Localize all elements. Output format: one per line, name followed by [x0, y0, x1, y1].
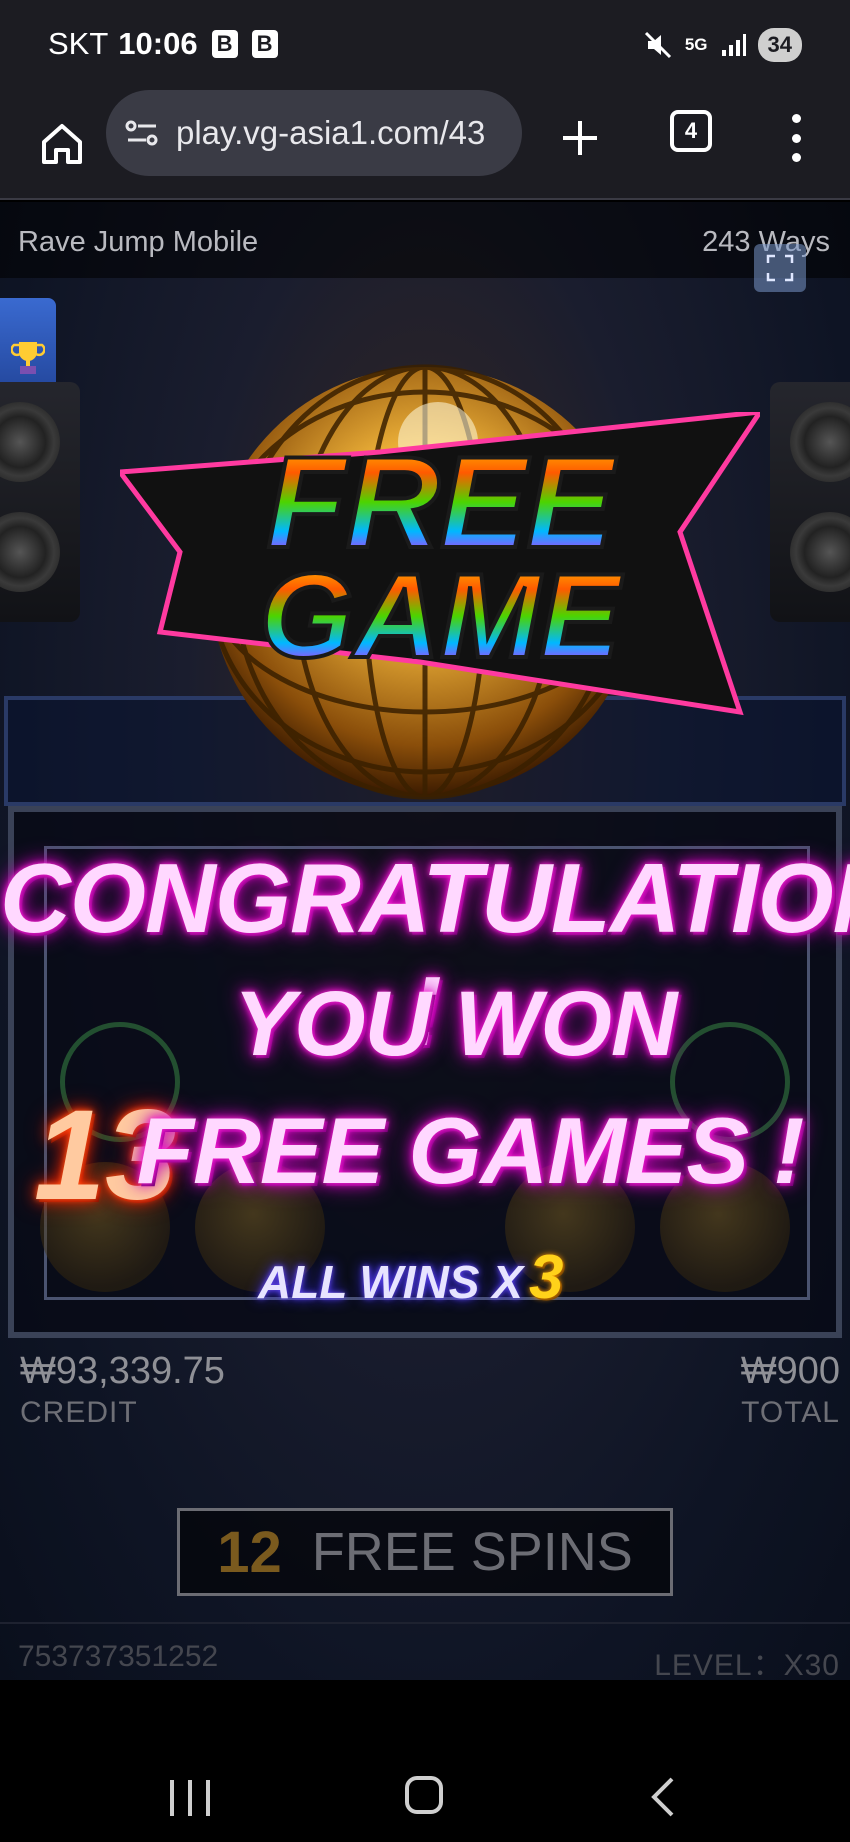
home-button[interactable]	[405, 1776, 443, 1814]
game-canvas[interactable]: Rave Jump Mobile 243 Ways FREE GAME CONG…	[0, 202, 850, 1680]
clock: 10:06	[118, 26, 198, 61]
bar	[188, 1780, 192, 1816]
total-bet-value: ₩900	[740, 1350, 840, 1392]
mute-icon	[644, 31, 671, 59]
multiplier-value: 3	[528, 1243, 564, 1312]
plus-icon	[563, 121, 597, 155]
bar	[170, 1780, 174, 1816]
free-spins-counter: 12 FREE SPINS	[177, 1508, 673, 1596]
all-wins-label: ALL WINS X	[258, 1256, 523, 1308]
signal-icon	[721, 34, 746, 56]
round-id: 753737351252	[18, 1640, 219, 1673]
speaker-cone	[790, 512, 850, 592]
recent-apps-button[interactable]	[170, 1780, 210, 1816]
free-spins-count: 12	[217, 1519, 282, 1585]
status-bar: SKT 10:06 B B 5G 34	[0, 0, 850, 90]
free-spins-label: FREE SPINS	[311, 1522, 633, 1582]
total-bet-label: TOTAL	[741, 1396, 840, 1429]
speaker-cone	[0, 512, 60, 592]
speaker-cone	[0, 402, 60, 482]
speaker-cone	[790, 402, 850, 482]
browser-toolbar: play.vg-asia1.com/43 4	[0, 90, 850, 200]
status-right: 5G 34	[643, 28, 802, 62]
game-header: Rave Jump Mobile 243 Ways	[0, 202, 850, 278]
bar	[206, 1780, 210, 1816]
dot	[791, 133, 801, 143]
notification-b-icon: B	[251, 30, 278, 58]
url-text: play.vg-asia1.com/43	[176, 114, 486, 151]
site-settings-icon[interactable]	[124, 118, 160, 148]
carrier-label: SKT	[48, 26, 109, 61]
browser-home-button[interactable]	[30, 112, 94, 176]
network-type-label: 5G	[684, 35, 708, 54]
free-game-line2: GAME	[260, 549, 624, 683]
new-tab-button[interactable]	[550, 108, 610, 168]
free-game-logo: FREE GAME	[120, 412, 760, 716]
game-title: Rave Jump Mobile	[18, 226, 259, 258]
you-won-text: YOU WON	[233, 973, 678, 1075]
status-left: SKT 10:06 B B	[48, 26, 278, 62]
fullscreen-icon	[766, 254, 794, 282]
battery-level: 34	[757, 28, 802, 62]
browser-menu-button[interactable]	[776, 108, 816, 168]
home-icon	[42, 124, 82, 164]
dot	[791, 114, 801, 123]
right-speaker	[770, 382, 850, 622]
back-button[interactable]	[648, 1776, 678, 1818]
fullscreen-button[interactable]	[754, 244, 806, 292]
dot	[791, 153, 801, 162]
notification-b-icon: B	[211, 30, 238, 58]
credit-value: ₩93,339.75	[20, 1350, 225, 1392]
all-wins-multiplier: ALL WINS X3	[258, 1242, 563, 1313]
credit-label: CREDIT	[20, 1396, 138, 1429]
free-games-text: FREE GAMES !	[136, 1098, 805, 1203]
trophy-icon	[11, 342, 45, 374]
left-speaker	[0, 382, 80, 622]
address-bar[interactable]: play.vg-asia1.com/43	[106, 90, 522, 176]
level-label: LEVEL：X30	[654, 1649, 840, 1680]
tab-switcher-button[interactable]: 4	[670, 110, 712, 152]
system-nav-bar	[0, 1680, 850, 1842]
